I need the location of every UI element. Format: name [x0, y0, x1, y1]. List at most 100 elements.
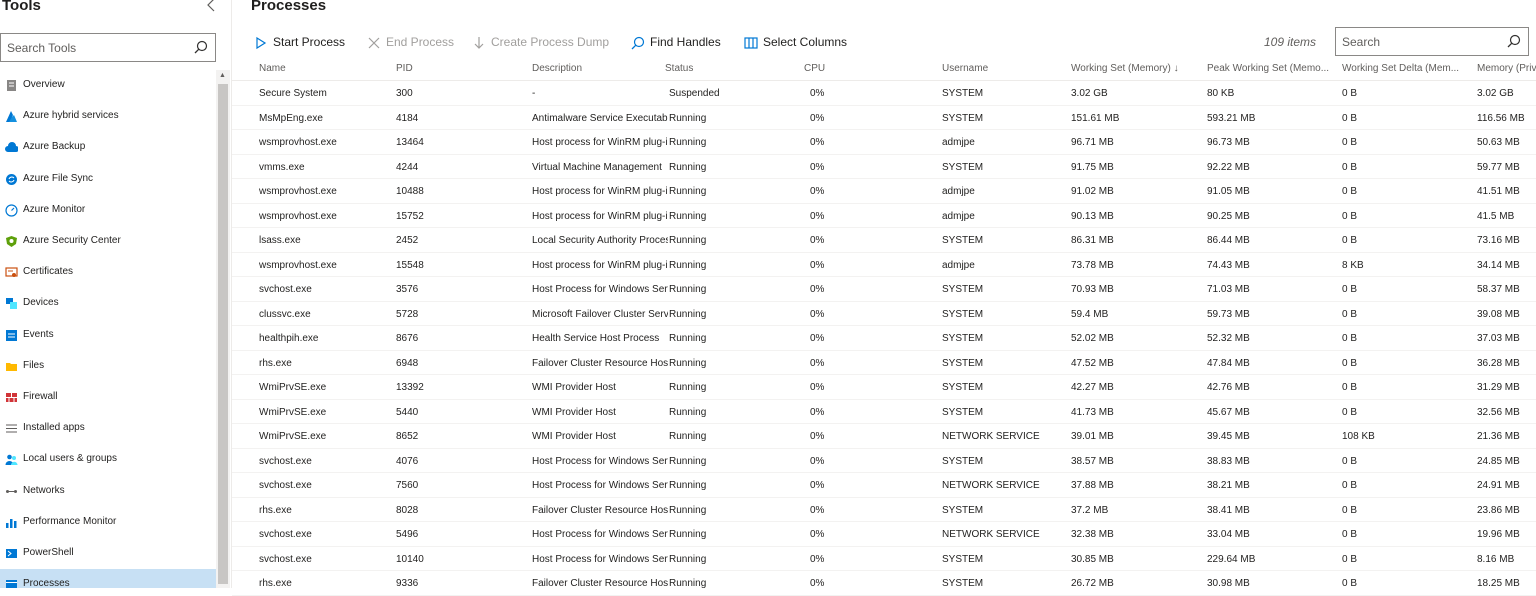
- sidebar-item-events[interactable]: Events: [0, 320, 216, 351]
- cell-pid: 9336: [396, 578, 419, 589]
- cell-working-set-delta: 0 B: [1342, 504, 1358, 516]
- search-icon[interactable]: [194, 40, 208, 54]
- column-header-name[interactable]: Name: [259, 63, 389, 74]
- chevron-left-icon[interactable]: [206, 0, 222, 15]
- cell-working-set: 26.72 MB: [1071, 578, 1114, 589]
- sidebar-item-azure-file-sync[interactable]: Azure File Sync: [0, 164, 216, 195]
- table-row[interactable]: Secure System 300 - Suspended 0% SYSTEM 3.02 G…: [232, 81, 1536, 106]
- cell-memory-private: 58.37 MB: [1477, 284, 1520, 295]
- sidebar-scrollbar[interactable]: ▲: [216, 70, 230, 588]
- certificate-icon: [5, 267, 18, 278]
- cell-working-set: 32.38 MB: [1071, 529, 1114, 540]
- table-row[interactable]: WmiPrvSE.exe 13392 WMI Provider Host Runnin…: [232, 375, 1536, 400]
- table-row[interactable]: rhs.exe 9336 Failover Cluster Resource Hos…: [232, 571, 1536, 596]
- find-handles-button[interactable]: Find Handles: [631, 33, 726, 53]
- cell-name: rhs.exe: [259, 357, 292, 369]
- table-row[interactable]: lsass.exe 2452 Local Security Authority Pr…: [232, 228, 1536, 253]
- cell-cpu: 0%: [810, 235, 825, 246]
- cell-pid: 15548: [396, 259, 424, 271]
- search-input[interactable]: [1342, 33, 1492, 51]
- table-row[interactable]: MsMpEng.exe 4184 Antimalware Service Execu…: [232, 106, 1536, 130]
- sidebar-item-azure-hybrid-services[interactable]: Azure hybrid services: [0, 101, 216, 132]
- table-row[interactable]: wsmprovhost.exe 15752 Host process for Win…: [232, 204, 1536, 228]
- cell-name: vmms.exe: [259, 161, 305, 173]
- table-row[interactable]: wsmprovhost.exe 15548 Host process for Win…: [232, 253, 1536, 277]
- sidebar-item-processes[interactable]: Processes: [0, 569, 216, 588]
- table-row[interactable]: clussvc.exe 5728 Microsoft Failover Cluste…: [232, 302, 1536, 326]
- table-row[interactable]: svchost.exe 3576 Host Process for Windows …: [232, 277, 1536, 302]
- cell-working-set-delta: 0 B: [1342, 529, 1358, 540]
- cell-pid: 4184: [396, 112, 419, 124]
- scrollbar-thumb[interactable]: [218, 84, 228, 584]
- search-tools-field[interactable]: [0, 33, 216, 62]
- cell-working-set-delta: 8 KB: [1342, 259, 1364, 271]
- sidebar-item-azure-monitor[interactable]: Azure Monitor: [0, 195, 216, 226]
- column-header-pid[interactable]: PID: [396, 63, 516, 74]
- list-icon: [6, 424, 17, 433]
- cell-username: NETWORK SERVICE: [942, 529, 1040, 540]
- cell-name: wsmprovhost.exe: [259, 186, 337, 197]
- start-process-button[interactable]: Start Process: [254, 33, 352, 53]
- cell-working-set: 30.85 MB: [1071, 553, 1114, 565]
- cell-name: MsMpEng.exe: [259, 112, 323, 124]
- table-row[interactable]: svchost.exe 10140 Host Process for Windows…: [232, 547, 1536, 571]
- table-row[interactable]: WmiPrvSE.exe 5440 WMI Provider Host Running…: [232, 400, 1536, 424]
- sidebar-item-devices[interactable]: Devices: [0, 288, 216, 319]
- column-header-working-set[interactable]: Working Set (Memory) ↓: [1071, 63, 1201, 74]
- search-field[interactable]: [1335, 27, 1529, 56]
- sidebar-item-azure-backup[interactable]: Azure Backup: [0, 132, 216, 163]
- column-header-status[interactable]: Status: [665, 63, 795, 74]
- sidebar-item-azure-security-center[interactable]: Azure Security Center: [0, 226, 216, 257]
- sidebar-item-performance-monitor[interactable]: Performance Monitor: [0, 507, 216, 538]
- column-header-username[interactable]: Username: [942, 63, 1067, 74]
- firewall-icon: [6, 393, 17, 402]
- cell-username: SYSTEM: [942, 357, 984, 369]
- cell-working-set: 41.73 MB: [1071, 406, 1114, 418]
- cell-pid: 3576: [396, 284, 419, 295]
- cell-working-set-delta: 0 B: [1342, 357, 1358, 369]
- cell-description: Failover Cluster Resource Host: [532, 357, 668, 369]
- column-header-working-set-delta[interactable]: Working Set Delta (Mem...: [1342, 63, 1472, 74]
- column-header-peak-working-set[interactable]: Peak Working Set (Memo...: [1207, 63, 1337, 74]
- column-header-cpu[interactable]: CPU: [804, 63, 924, 74]
- sidebar-item-files[interactable]: Files: [0, 351, 216, 382]
- sidebar-item-overview[interactable]: Overview: [0, 70, 216, 101]
- cell-cpu: 0%: [810, 382, 825, 393]
- select-columns-button[interactable]: Select Columns: [744, 33, 854, 53]
- create-process-dump-button[interactable]: Create Process Dump: [472, 33, 612, 53]
- table-row[interactable]: wsmprovhost.exe 13464 Host process for Win…: [232, 130, 1536, 155]
- column-header-description[interactable]: Description: [532, 63, 667, 74]
- sidebar-item-local-users-and-groups[interactable]: Local users & groups: [0, 444, 216, 475]
- cell-working-set-delta: 108 KB: [1342, 431, 1375, 442]
- cell-memory-private: 116.56 MB: [1477, 112, 1525, 124]
- end-process-button[interactable]: End Process: [367, 33, 457, 53]
- play-icon: [256, 36, 267, 50]
- cell-memory-private: 23.86 MB: [1477, 504, 1520, 516]
- table-row[interactable]: rhs.exe 6948 Failover Cluster Resource Hos…: [232, 351, 1536, 375]
- table-row[interactable]: svchost.exe 7560 Host Process for Windows …: [232, 473, 1536, 498]
- table-row[interactable]: healthpih.exe 8676 Health Service Host Pro…: [232, 326, 1536, 351]
- search-icon[interactable]: [1507, 34, 1521, 48]
- table-row[interactable]: rhs.exe 8028 Failover Cluster Resource Hos…: [232, 498, 1536, 522]
- table-row[interactable]: WmiPrvSE.exe 8652 WMI Provider Host Running…: [232, 424, 1536, 449]
- cell-working-set-delta: 0 B: [1342, 578, 1358, 589]
- scroll-up-arrow-icon[interactable]: ▲: [219, 72, 226, 80]
- start-process-label: Start Process: [273, 35, 346, 49]
- cell-memory-private: 73.16 MB: [1477, 235, 1520, 246]
- table-row[interactable]: svchost.exe 5496 Host Process for Windows …: [232, 522, 1536, 547]
- sidebar-item-networks[interactable]: Networks: [0, 476, 216, 507]
- cell-peak-working-set: 59.73 MB: [1207, 308, 1250, 320]
- cell-memory-private: 32.56 MB: [1477, 406, 1520, 418]
- table-row[interactable]: vmms.exe 4244 Virtual Machine Management Ru…: [232, 155, 1536, 179]
- sidebar-item-certificates[interactable]: Certificates: [0, 257, 216, 288]
- sidebar-item-firewall[interactable]: Firewall: [0, 382, 216, 413]
- cell-description: Health Service Host Process: [532, 333, 660, 344]
- sidebar-item-installed-apps[interactable]: Installed apps: [0, 413, 216, 444]
- cell-username: SYSTEM: [942, 308, 984, 320]
- table-row[interactable]: wsmprovhost.exe 10488 Host process for Win…: [232, 179, 1536, 204]
- search-tools-input[interactable]: [7, 39, 187, 57]
- cell-cpu: 0%: [810, 578, 825, 589]
- column-header-memory-private[interactable]: Memory (Priva: [1477, 63, 1536, 74]
- sidebar-item-powershell[interactable]: PowerShell: [0, 538, 216, 569]
- table-row[interactable]: svchost.exe 4076 Host Process for Windows …: [232, 449, 1536, 473]
